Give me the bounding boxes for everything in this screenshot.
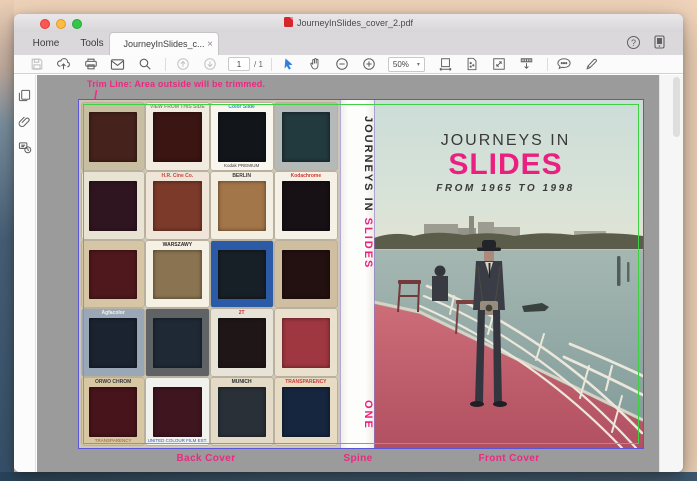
zoom-level-value: 50% bbox=[392, 59, 409, 69]
acrobat-window: JourneyInSlides_cover_2.pdf Home Tools J… bbox=[14, 14, 683, 472]
tab-home[interactable]: Home bbox=[24, 32, 68, 55]
photo-slide: BERLIN bbox=[210, 171, 273, 239]
zoom-level-select[interactable]: 50% ▾ bbox=[387, 56, 425, 72]
select-tool-icon[interactable] bbox=[280, 56, 297, 72]
label-front-cover: Front Cover bbox=[478, 453, 540, 464]
photo-slide: WARSZAWY bbox=[146, 240, 209, 308]
front-cover-title-block: JOURNEYS IN SLIDES FROM 1965 TO 1998 bbox=[374, 132, 637, 194]
save-icon[interactable] bbox=[28, 56, 45, 72]
photo-slide bbox=[82, 240, 145, 308]
attachments-icon[interactable] bbox=[18, 115, 31, 128]
spine-title-black: JOURNEYS IN bbox=[362, 116, 374, 218]
page-number-input[interactable] bbox=[228, 57, 250, 71]
tabbar-right-icons: ? bbox=[627, 35, 665, 49]
zoom-out-icon[interactable] bbox=[334, 56, 351, 72]
label-spine: Spine bbox=[343, 453, 373, 464]
print-icon[interactable] bbox=[82, 56, 99, 72]
titlebar: JourneyInSlides_cover_2.pdf bbox=[14, 14, 683, 33]
main-area: Trim Line: Area outside will be trimmed.… bbox=[14, 75, 683, 472]
photo-slide bbox=[82, 103, 145, 170]
spine-volume: ONE bbox=[362, 400, 374, 430]
photo-slide: UNITED COLOUR FILM EST. bbox=[146, 378, 209, 445]
spine: JOURNEYS IN SLIDES ONE bbox=[340, 100, 374, 448]
toolbar: / 1 50% ▾ bbox=[14, 55, 683, 74]
tab-bar: Home Tools JourneyInSlides_c... × ? bbox=[14, 32, 683, 56]
photo-slide bbox=[274, 240, 337, 308]
zoom-in-icon[interactable] bbox=[361, 56, 378, 72]
tab-document-label: JourneyInSlides_c... bbox=[123, 39, 205, 49]
pdf-file-icon bbox=[283, 17, 293, 27]
desktop-wallpaper-left bbox=[0, 0, 14, 481]
front-title-line2: SLIDES bbox=[448, 148, 563, 181]
ferry-photo bbox=[374, 216, 643, 448]
photo-slide: ORWO CHROM TRANSPARENCY bbox=[82, 378, 145, 445]
photo-slide bbox=[274, 309, 337, 377]
photo-slide: MUNICH bbox=[210, 378, 273, 445]
label-back-cover: Back Cover bbox=[176, 453, 236, 464]
email-icon[interactable] bbox=[109, 56, 126, 72]
photo-slide bbox=[274, 103, 337, 170]
front-cover: JOURNEYS IN SLIDES FROM 1965 TO 1998 bbox=[374, 100, 643, 448]
front-subtitle: FROM 1965 TO 1998 bbox=[436, 182, 575, 194]
photo-slide bbox=[210, 240, 273, 308]
close-tab-icon[interactable]: × bbox=[207, 33, 213, 56]
scrollbar-gutter[interactable] bbox=[659, 75, 683, 472]
doc-history-icon[interactable] bbox=[18, 141, 32, 154]
desktop-wallpaper-bottom bbox=[0, 472, 697, 481]
photo-slide: Kodachrome bbox=[274, 171, 337, 239]
share-upload-icon[interactable] bbox=[55, 56, 72, 72]
spine-title-pink: SLIDES bbox=[362, 217, 374, 270]
help-icon[interactable]: ? bbox=[627, 35, 640, 49]
photo-slide: TRANSPARENCY bbox=[274, 378, 337, 445]
window-title: JourneyInSlides_cover_2.pdf bbox=[296, 18, 414, 28]
photo-slide: H.R. Cine Co. bbox=[146, 171, 209, 239]
pencil-sign-icon[interactable] bbox=[583, 56, 600, 72]
tab-tools[interactable]: Tools bbox=[70, 32, 114, 55]
scrollbar-thumb[interactable] bbox=[673, 77, 680, 137]
full-screen-icon[interactable] bbox=[491, 56, 508, 72]
chevron-down-icon: ▾ bbox=[416, 61, 420, 68]
hand-tool-icon[interactable] bbox=[307, 56, 324, 72]
window-title-wrap: JourneyInSlides_cover_2.pdf bbox=[14, 17, 683, 28]
photo-slide bbox=[146, 309, 209, 377]
document-area[interactable]: Trim Line: Area outside will be trimmed.… bbox=[37, 75, 660, 472]
previous-page-icon[interactable] bbox=[174, 56, 191, 72]
photo-slide: VIEW FROM THIS SIDE bbox=[146, 103, 209, 170]
fit-width-icon[interactable] bbox=[437, 56, 454, 72]
comment-icon[interactable] bbox=[556, 56, 573, 72]
scroll-mode-icon[interactable] bbox=[518, 56, 535, 72]
navigation-pane bbox=[14, 75, 36, 472]
next-page-icon[interactable] bbox=[201, 56, 218, 72]
tab-document[interactable]: JourneyInSlides_c... × bbox=[109, 32, 219, 55]
page-total-label: / 1 bbox=[254, 59, 263, 69]
mobile-device-icon[interactable] bbox=[654, 35, 665, 49]
back-cover: VIEW FROM THIS SIDE Color Slide Kodak PREM… bbox=[79, 100, 340, 448]
page-thumbnails-icon[interactable] bbox=[18, 89, 31, 102]
photo-slide: Agfacolor bbox=[82, 309, 145, 377]
photo-slide: 2T bbox=[210, 309, 273, 377]
pdf-page: VIEW FROM THIS SIDE Color Slide Kodak PREM… bbox=[78, 99, 644, 449]
spine-title: JOURNEYS IN SLIDES bbox=[340, 116, 374, 336]
search-icon[interactable] bbox=[136, 56, 153, 72]
fit-page-icon[interactable] bbox=[464, 56, 481, 72]
photo-slide: Color Slide Kodak PREMIUM bbox=[210, 103, 273, 170]
trim-line-annotation: Trim Line: Area outside will be trimmed. bbox=[87, 79, 266, 89]
photo-slide bbox=[82, 171, 145, 239]
